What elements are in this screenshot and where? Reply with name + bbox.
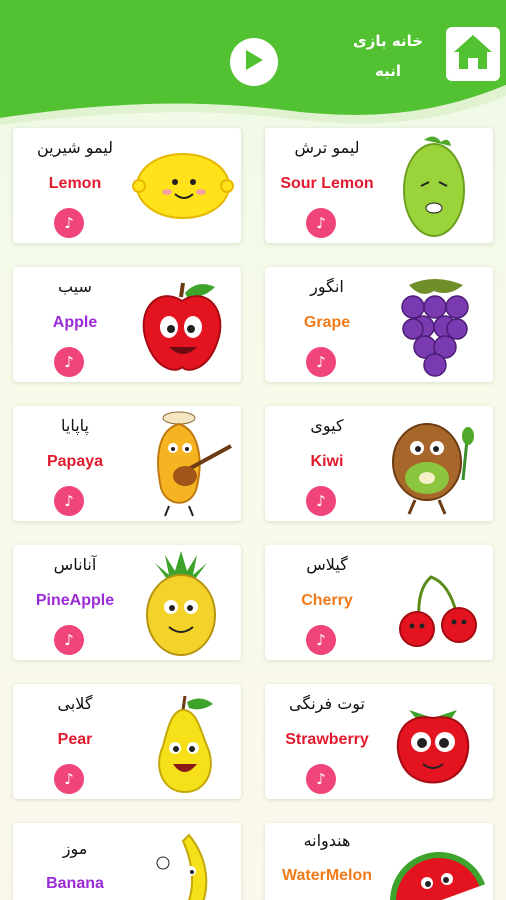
fruit-card-pineapple[interactable]: آناناس PineApple ♪ xyxy=(13,545,241,660)
fruit-name-en: Banana xyxy=(46,875,104,892)
sound-button[interactable]: ♪ xyxy=(306,625,336,655)
fruit-name-en: Papaya xyxy=(46,453,104,470)
sound-button[interactable]: ♪ xyxy=(54,208,84,238)
fruit-card-banana[interactable]: موز Banana xyxy=(13,823,241,900)
music-note-icon: ♪ xyxy=(64,770,74,788)
cherry-image xyxy=(379,549,489,657)
fruit-name-en: WaterMelon xyxy=(281,867,373,884)
music-note-icon: ♪ xyxy=(64,353,74,371)
fruit-name-fa: کیوی xyxy=(310,416,344,435)
sound-button[interactable]: ♪ xyxy=(306,764,336,794)
fruit-name-en: Grape xyxy=(303,314,351,331)
fruit-name-fa: پاپایا xyxy=(61,416,89,435)
fruit-name-fa: گیلاس xyxy=(306,555,348,574)
sound-button[interactable]: ♪ xyxy=(54,347,84,377)
fruit-card-cherry[interactable]: گیلاس Cherry ♪ xyxy=(265,545,493,660)
music-note-icon: ♪ xyxy=(316,770,326,788)
fruit-name-en: PineApple xyxy=(35,592,115,609)
fruit-name-fa: توت فرنگی xyxy=(289,694,365,713)
fruit-name-fa: لیمو شیرین xyxy=(37,138,113,157)
fruit-name-fa: موز xyxy=(62,839,88,858)
apple-image xyxy=(127,271,237,379)
sound-button[interactable]: ♪ xyxy=(54,625,84,655)
fruit-card-watermelon[interactable]: هندوانه WaterMelon xyxy=(265,823,493,900)
music-note-icon: ♪ xyxy=(64,631,74,649)
grape-image xyxy=(379,271,489,379)
fruit-grid: لیمو شیرین Lemon ♪ لیمو ترش Sour Lemon ♪ xyxy=(0,0,506,900)
fruit-card-lemon[interactable]: لیمو شیرین Lemon ♪ xyxy=(13,128,241,243)
fruit-name-fa: سیب xyxy=(58,277,92,296)
fruit-name-fa: لیمو ترش xyxy=(294,138,360,157)
fruit-card-apple[interactable]: سیب Apple ♪ xyxy=(13,267,241,382)
fruit-card-grape[interactable]: انگور Grape ♪ xyxy=(265,267,493,382)
music-note-icon: ♪ xyxy=(316,492,326,510)
music-note-icon: ♪ xyxy=(64,492,74,510)
papaya-image xyxy=(127,410,237,518)
fruit-card-sour-lemon[interactable]: لیمو ترش Sour Lemon ♪ xyxy=(265,128,493,243)
fruit-card-kiwi[interactable]: کیوی Kiwi ♪ xyxy=(265,406,493,521)
fruit-card-papaya[interactable]: پاپایا Papaya ♪ xyxy=(13,406,241,521)
pear-image xyxy=(127,688,237,796)
kiwi-image xyxy=(379,410,489,518)
music-note-icon: ♪ xyxy=(64,214,74,232)
music-note-icon: ♪ xyxy=(316,214,326,232)
strawberry-image xyxy=(379,688,489,796)
fruit-name-fa: گلابی xyxy=(57,694,93,713)
sour-lemon-image xyxy=(379,132,489,240)
fruit-name-en: Lemon xyxy=(48,175,102,192)
pineapple-image xyxy=(127,549,237,657)
fruit-card-pear[interactable]: گلابی Pear ♪ xyxy=(13,684,241,799)
fruit-name-en: Kiwi xyxy=(310,453,344,470)
sound-button[interactable]: ♪ xyxy=(54,486,84,516)
fruit-name-fa: هندوانه xyxy=(303,831,351,850)
watermelon-image xyxy=(379,827,489,900)
fruit-name-en: Sour Lemon xyxy=(280,175,374,192)
lemon-image xyxy=(127,132,237,240)
fruit-name-fa: آناناس xyxy=(53,555,97,574)
fruit-name-en: Pear xyxy=(57,731,93,748)
sound-button[interactable]: ♪ xyxy=(306,208,336,238)
fruit-name-en: Cherry xyxy=(301,592,353,609)
fruit-name-en: Apple xyxy=(52,314,98,331)
sound-button[interactable]: ♪ xyxy=(306,347,336,377)
fruit-name-en: Strawberry xyxy=(285,731,369,748)
sound-button[interactable]: ♪ xyxy=(306,486,336,516)
fruit-card-strawberry[interactable]: توت فرنگی Strawberry ♪ xyxy=(265,684,493,799)
fruit-name-fa: انگور xyxy=(310,277,344,296)
banana-image xyxy=(127,827,237,900)
music-note-icon: ♪ xyxy=(316,353,326,371)
music-note-icon: ♪ xyxy=(316,631,326,649)
sound-button[interactable]: ♪ xyxy=(54,764,84,794)
